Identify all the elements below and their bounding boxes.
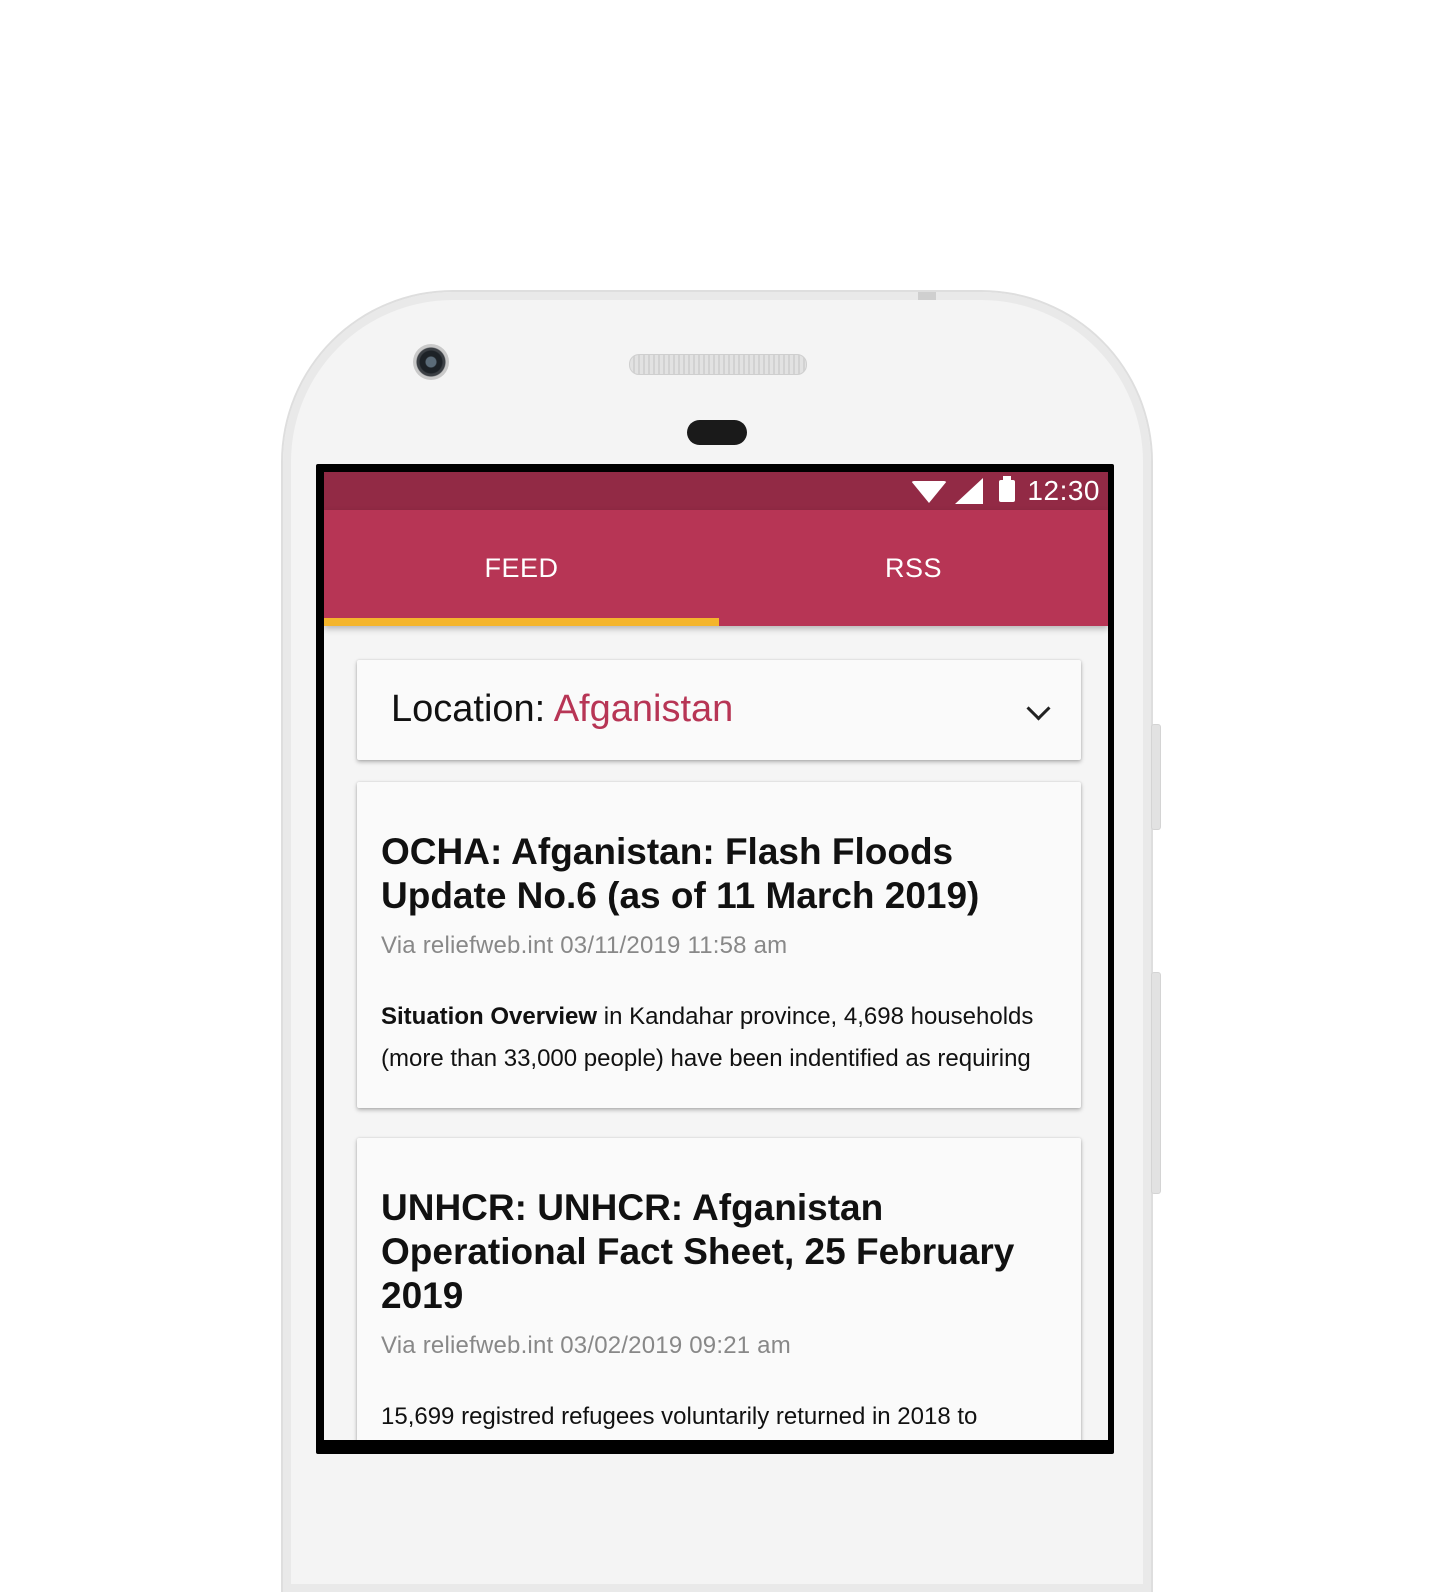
feed-item-body-text: 15,699 registred refugees voluntarily re… xyxy=(381,1403,978,1430)
feed-item-title: UNHCR: UNHCR: Afganistan Operational Fac… xyxy=(381,1187,1015,1316)
feed-item-meta: Via reliefweb.int 03/02/2019 09:21 am xyxy=(381,1332,791,1359)
status-time: 12:30 xyxy=(1027,475,1100,506)
feed-item-body: 15,699 registred refugees voluntarily re… xyxy=(381,1396,1057,1438)
location-value: Afganistan xyxy=(553,688,734,730)
phone-side-button-lower xyxy=(1151,972,1161,1194)
chevron-down-icon[interactable] xyxy=(1026,696,1051,721)
tab-indicator xyxy=(324,618,719,626)
feed-item-body-bold: Situation Overview xyxy=(381,1003,598,1030)
feed-item[interactable]: OCHA: Afganistan: Flash Floods Update No… xyxy=(357,782,1081,1108)
feed-item-title: OCHA: Afganistan: Flash Floods Update No… xyxy=(381,831,980,916)
app-screen: 12:30 FEED RSS Location: Afganistan OCHA… xyxy=(324,472,1108,1440)
front-camera xyxy=(413,344,449,380)
tab-feed-label: FEED xyxy=(484,552,559,583)
phone-side-button-upper xyxy=(1151,724,1161,830)
location-selector[interactable]: Location: Afganistan xyxy=(357,660,1081,760)
location-label: Location: xyxy=(391,688,546,730)
feed-item-body: Situation Overview in Kandahar province,… xyxy=(381,996,1057,1080)
tab-rss[interactable]: RSS xyxy=(719,510,1108,626)
signal-icon xyxy=(955,478,984,504)
location-text: Location: Afganistan xyxy=(391,688,733,731)
feed-item[interactable]: UNHCR: UNHCR: Afganistan Operational Fac… xyxy=(357,1138,1081,1440)
tab-bar: FEED RSS xyxy=(324,510,1108,626)
tab-rss-label: RSS xyxy=(884,552,943,583)
wifi-icon xyxy=(911,481,948,503)
status-bar: 12:30 xyxy=(324,472,1108,510)
tab-feed[interactable]: FEED xyxy=(324,510,719,626)
earpiece-speaker xyxy=(629,354,807,375)
status-icons: 12:30 xyxy=(911,472,1108,510)
battery-icon xyxy=(999,476,1016,502)
phone-top-button xyxy=(918,292,936,300)
feed-item-meta: Via reliefweb.int 03/11/2019 11:58 am xyxy=(381,932,788,959)
proximity-sensor xyxy=(687,420,747,445)
